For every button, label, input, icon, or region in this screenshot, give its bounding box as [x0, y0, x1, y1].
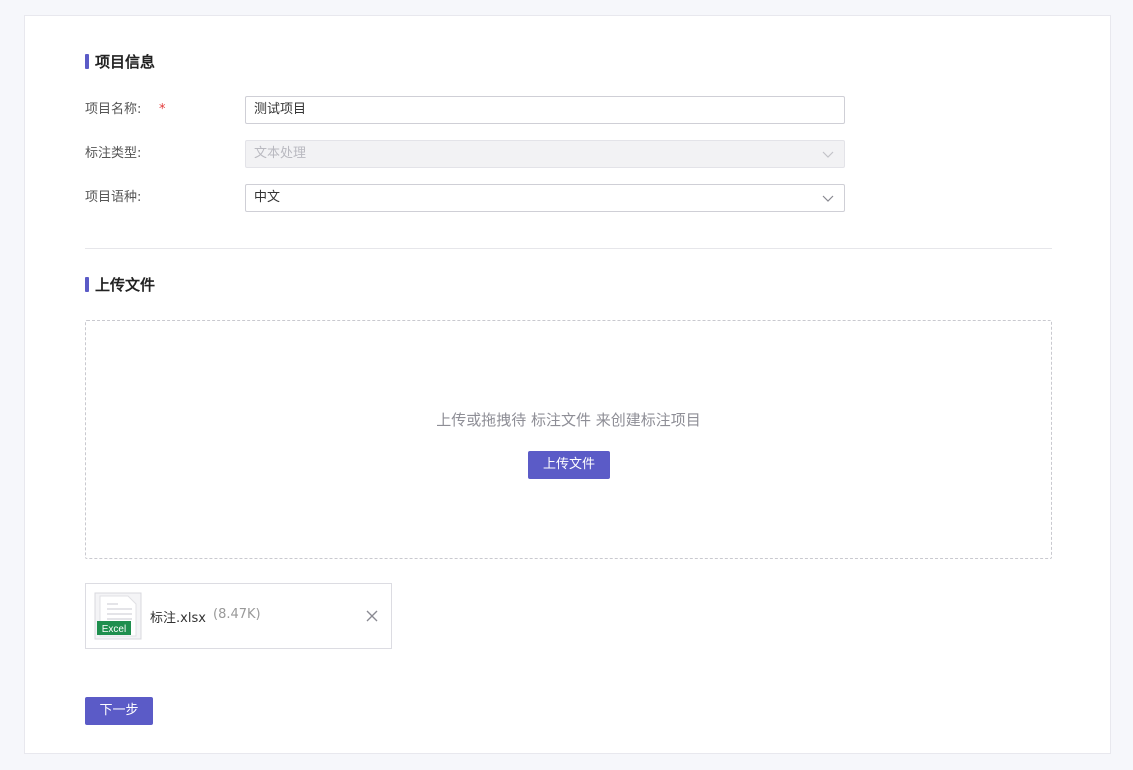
project-name-row: 项目名称: * 测试项目: [85, 96, 845, 124]
section-accent-bar: [85, 53, 89, 69]
uploaded-file-item: Excel 标注.xlsx (8.47K): [85, 583, 392, 649]
project-info-title-text: 项目信息: [95, 52, 156, 71]
project-name-label: 项目名称:: [85, 102, 142, 117]
upload-section-title: 上传文件: [85, 275, 156, 294]
project-form-card: 项目信息 项目名称: * 测试项目 标注类型: 文本处理 项目语种: 中文 上传…: [24, 15, 1111, 754]
project-language-value: 中文: [254, 190, 281, 205]
excel-file-icon: Excel: [94, 592, 142, 640]
dropzone-hint: 上传或拖拽待 标注文件 来创建标注项目: [436, 411, 701, 429]
upload-title-text: 上传文件: [95, 275, 156, 294]
annotation-type-row: 标注类型: 文本处理: [85, 140, 845, 168]
project-name-input[interactable]: 测试项目: [245, 96, 845, 124]
project-language-label: 项目语种:: [85, 190, 142, 205]
file-name: 标注.xlsx: [150, 611, 206, 626]
section-accent-bar: [85, 276, 89, 292]
close-icon[interactable]: [365, 609, 379, 623]
project-language-row: 项目语种: 中文: [85, 184, 845, 212]
next-step-button[interactable]: 下一步: [85, 697, 153, 725]
annotation-type-label: 标注类型:: [85, 146, 142, 161]
chevron-down-icon: [822, 195, 834, 202]
project-info-section-title: 项目信息: [85, 52, 156, 71]
annotation-type-select: 文本处理: [245, 140, 845, 168]
excel-badge-text: Excel: [102, 624, 126, 635]
chevron-down-icon: [822, 151, 834, 158]
file-dropzone[interactable]: 上传或拖拽待 标注文件 来创建标注项目 上传文件: [85, 320, 1052, 559]
annotation-type-value: 文本处理: [254, 146, 307, 161]
upload-file-button[interactable]: 上传文件: [528, 451, 610, 479]
project-language-select[interactable]: 中文: [245, 184, 845, 212]
required-asterisk: *: [159, 102, 166, 117]
file-size: (8.47K): [213, 607, 261, 622]
section-divider: [85, 248, 1052, 249]
